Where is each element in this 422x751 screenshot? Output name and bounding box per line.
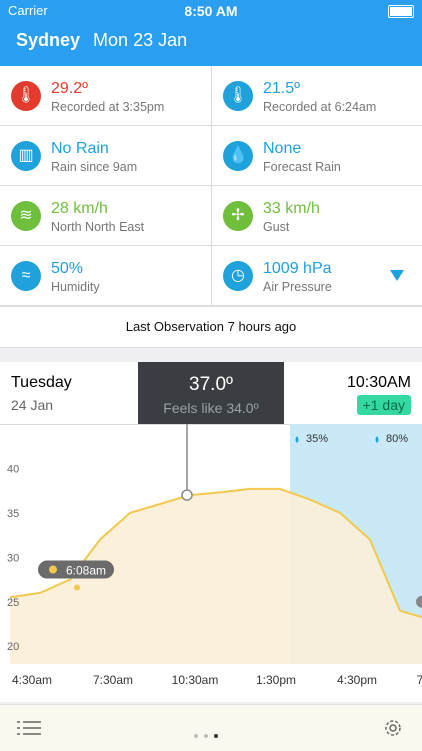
humidity-label: Humidity [51, 280, 100, 294]
rain-since-tile[interactable]: ▥ No Rain Rain since 9am [0, 126, 211, 186]
sunrise-point [74, 584, 80, 591]
raindrop-icon: 💧 [223, 141, 253, 171]
wind-speed-value: 28 km/h [51, 200, 108, 217]
sun-icon [49, 565, 57, 574]
status-bar: Carrier 8:50 AM [0, 3, 422, 19]
gust-tile[interactable]: ✢ 33 km/h Gust [211, 186, 422, 246]
page-dot [204, 734, 208, 738]
app-header: Carrier 8:50 AM Sydney Mon 23 Jan [0, 0, 422, 66]
rain-probability-label: 80% [386, 433, 408, 445]
humidity-value: 50% [51, 260, 84, 277]
page-dot-active [214, 734, 218, 738]
min-temperature-value: 21.5º [263, 80, 300, 97]
y-tick-label: 25 [7, 597, 19, 609]
rain-label: Rain since 9am [51, 160, 138, 174]
max-temperature-tile[interactable]: 🌡 29.2º Recorded at 3:35pm [0, 66, 211, 126]
gust-speed-value: 33 km/h [263, 200, 320, 217]
max-temperature-value: 29.2º [51, 80, 88, 97]
wind-icon: ≋ [11, 201, 41, 231]
x-tick-label: 4:30am [12, 673, 52, 687]
list-icon[interactable] [17, 720, 41, 736]
wind-direction-label: North North East [51, 220, 145, 234]
temperature-tooltip: 37.0º Feels like 34.0º [138, 362, 284, 424]
location-title[interactable]: Sydney Mon 23 Jan [16, 30, 187, 51]
rain-probability-label: 35% [306, 433, 328, 445]
wind-tile[interactable]: ≋ 28 km/h North North East [0, 186, 211, 246]
current-date: Mon 23 Jan [93, 30, 188, 50]
tooltip-temp: 37.0º [189, 374, 233, 395]
x-tick-label: 7:30am [93, 673, 133, 687]
y-tick-label: 40 [7, 463, 19, 475]
humidity-tile[interactable]: ≈ 50% Humidity [0, 246, 211, 306]
selected-date: 24 Jan [11, 397, 54, 413]
min-temperature-label: Recorded at 6:24am [263, 100, 377, 114]
x-tick-label: 4:30pm [337, 673, 377, 687]
selection-point [181, 489, 193, 501]
y-tick-label: 20 [7, 641, 19, 653]
rain-gauge-icon: ▥ [11, 141, 41, 171]
forecast-rain-value: None [263, 140, 302, 157]
min-temperature-tile[interactable]: 🌡 21.5º Recorded at 6:24am [211, 66, 422, 126]
x-tick-label: 1:30pm [256, 673, 296, 687]
fan-icon: ✢ [223, 201, 253, 231]
page-indicator [194, 725, 224, 743]
tooltip-feels-like: Feels like 34.0º [163, 400, 259, 416]
thermometer-icon: 🌡 [11, 81, 41, 111]
clock: 8:50 AM [184, 3, 238, 19]
selected-day: Tuesday [11, 374, 72, 391]
selected-time: 10:30AM [346, 374, 411, 391]
expand-triangle-icon[interactable] [390, 270, 404, 282]
humidity-icon: ≈ [11, 261, 41, 291]
y-tick-label: 35 [7, 508, 19, 520]
rain-value: No Rain [51, 140, 109, 157]
day-offset-badge: +1 day [356, 395, 411, 415]
y-tick-label: 30 [7, 552, 19, 564]
gust-label: Gust [263, 220, 290, 234]
last-observation: Last Observation 7 hours ago [0, 306, 422, 348]
observations-grid: 🌡 29.2º Recorded at 3:35pm 🌡 21.5º Recor… [0, 66, 422, 306]
temperature-plot[interactable]: 40 35 30 25 20 4:30am 7:30am 10:30am 1:30pm 4:30p… [0, 424, 422, 702]
gear-icon[interactable] [383, 718, 403, 738]
thermometer-icon: 🌡 [223, 81, 253, 111]
city-name: Sydney [16, 30, 81, 50]
page-dot [194, 734, 198, 738]
gauge-icon: ◷ [223, 261, 253, 291]
sunrise-label: 6:08am [66, 564, 106, 578]
battery-icon [388, 5, 414, 18]
forecast-chart-panel[interactable]: Tuesday 24 Jan 37.0º Feels like 34.0º 10… [0, 362, 422, 702]
bottom-bar [0, 704, 422, 751]
pressure-tile[interactable]: ◷ 1009 hPa Air Pressure [211, 246, 422, 306]
forecast-rain-tile[interactable]: 💧 None Forecast Rain [211, 126, 422, 186]
x-tick-label: 7 [417, 673, 422, 687]
pressure-value: 1009 hPa [263, 260, 332, 277]
forecast-rain-label: Forecast Rain [263, 160, 341, 174]
pressure-label: Air Pressure [263, 280, 332, 294]
x-tick-label: 10:30am [172, 673, 219, 687]
max-temperature-label: Recorded at 3:35pm [51, 100, 165, 114]
